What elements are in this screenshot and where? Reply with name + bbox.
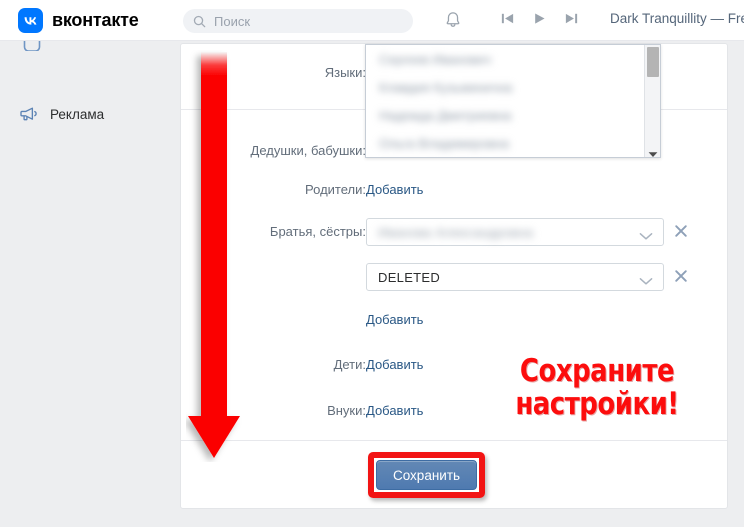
brand-name: вконтакте (52, 9, 139, 30)
sidebar: Реклама (0, 41, 172, 527)
remove-sibling-1-button[interactable] (673, 223, 689, 239)
dropdown-option[interactable]: Надежда Дмитриевна (366, 101, 643, 129)
chevron-down-icon (639, 228, 653, 240)
dropdown-options[interactable]: Сергеев Иванович Клавдия Кузьминична Над… (366, 45, 643, 157)
top-bar: вконтакте Поиск Dark Tranquillity — Fr (0, 0, 744, 41)
media-controls (500, 11, 579, 26)
sibling-select-2-value: DELETED (378, 269, 441, 285)
footer-divider (181, 440, 727, 441)
add-parent-link[interactable]: Добавить (366, 182, 423, 197)
save-button[interactable]: Сохранить (376, 460, 477, 490)
add-sibling-link[interactable]: Добавить (366, 312, 423, 327)
sidebar-item-реклама[interactable]: Реклама (18, 103, 104, 125)
dropdown-option[interactable]: Ольга Владимировна (366, 129, 643, 157)
app-screen: вконтакте Поиск Dark Tranquillity — Fr Р… (0, 0, 744, 527)
sibling-select-1-value: Иванова Александровна (378, 224, 534, 240)
sibling-select-1[interactable]: Иванова Александровна (366, 218, 664, 246)
search-placeholder: Поиск (214, 13, 251, 29)
down-arrow-icon (188, 52, 240, 458)
sidebar-item-partial-icon[interactable] (22, 41, 42, 51)
chevron-down-icon[interactable] (648, 145, 658, 157)
vk-logo-icon (18, 7, 43, 33)
scrollbar-thumb[interactable] (647, 47, 659, 77)
search-icon (193, 15, 206, 28)
now-playing-label: Dark Tranquillity — FreeCa (610, 11, 744, 26)
open-dropdown-list[interactable]: Сергеев Иванович Клавдия Кузьминична Над… (365, 44, 661, 158)
dropdown-option[interactable]: Сергеев Иванович (366, 45, 643, 73)
dropdown-scrollbar[interactable] (644, 45, 660, 157)
dropdown-option[interactable]: Клавдия Кузьминична (366, 73, 643, 101)
add-grandchild-link[interactable]: Добавить (366, 403, 423, 418)
skip-next-icon[interactable] (564, 11, 579, 26)
add-child-link[interactable]: Добавить (366, 357, 423, 372)
sidebar-item-label: Реклама (50, 106, 105, 122)
bell-icon[interactable] (443, 10, 463, 30)
megaphone-icon (18, 103, 40, 125)
remove-sibling-2-button[interactable] (673, 268, 689, 284)
callout-line-2: настройки! (515, 386, 679, 422)
skip-previous-icon[interactable] (500, 11, 515, 26)
sibling-select-2[interactable]: DELETED (366, 263, 664, 291)
play-icon[interactable] (532, 11, 547, 26)
chevron-down-icon (639, 273, 653, 285)
vk-brand[interactable]: вконтакте (18, 7, 139, 33)
callout-text: Сохраните настройки! (499, 355, 694, 421)
search-box[interactable]: Поиск (183, 9, 413, 33)
callout-line-1: Сохраните (519, 353, 675, 389)
